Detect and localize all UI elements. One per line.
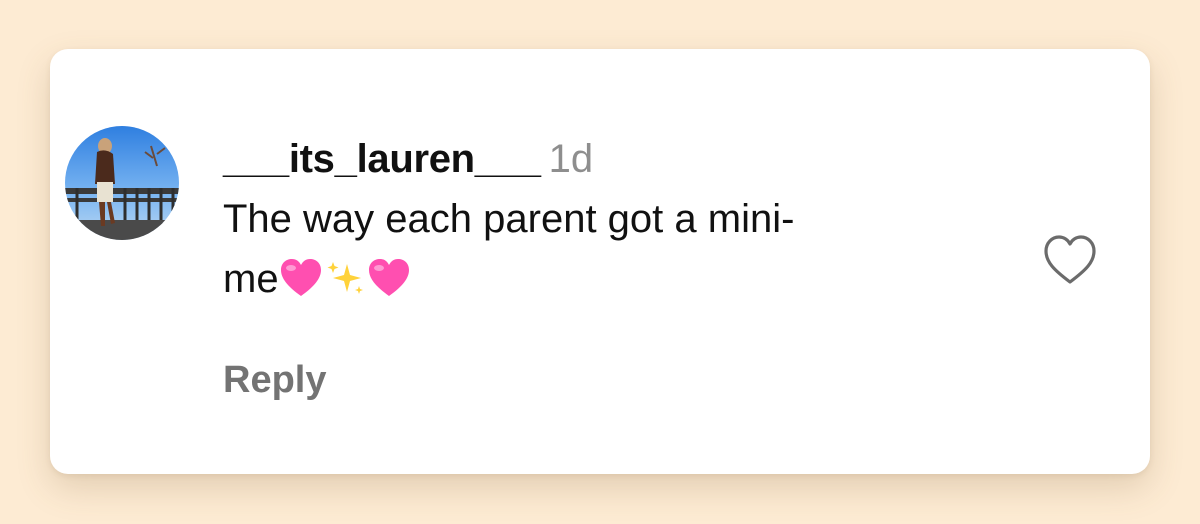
avatar-photo <box>65 126 179 240</box>
comment-text: The way each parent got a mini- me <box>223 189 983 315</box>
comment-text-line1: The way each parent got a mini- <box>223 197 795 241</box>
reply-button[interactable]: Reply <box>223 357 326 403</box>
comment-text-line2: me <box>223 257 279 301</box>
username-link[interactable]: ___its_lauren___ <box>223 137 541 181</box>
avatar[interactable] <box>65 126 179 240</box>
comment-header: ___its_lauren___ 1d <box>223 131 1003 187</box>
pink-heart-icon <box>367 255 411 315</box>
heart-outline-icon <box>1044 235 1096 284</box>
comment-card: ___its_lauren___ 1d The way each parent g… <box>50 49 1150 474</box>
comment-content: ___its_lauren___ 1d The way each parent g… <box>223 131 1003 315</box>
like-button[interactable] <box>1040 232 1100 288</box>
timestamp[interactable]: 1d <box>549 137 594 181</box>
pink-heart-icon <box>279 255 323 315</box>
sparkles-icon <box>323 255 367 315</box>
